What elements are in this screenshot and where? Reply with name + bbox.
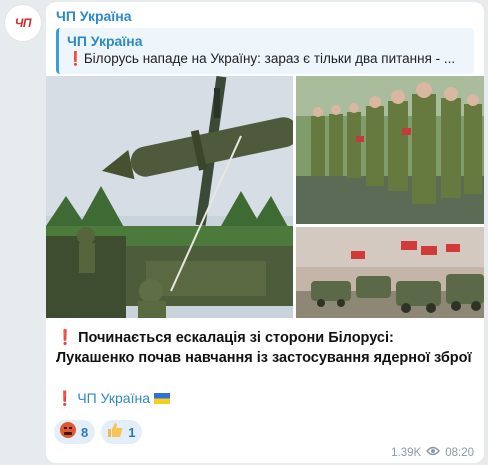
channel-avatar[interactable]: ЧП bbox=[4, 4, 42, 42]
angry-face-icon bbox=[59, 421, 77, 444]
photo-missile-launcher[interactable] bbox=[46, 76, 302, 318]
message-signature[interactable]: ❗ ЧП Україна bbox=[56, 390, 170, 407]
exclamation-icon: ❗ bbox=[67, 51, 84, 66]
reaction-count: 1 bbox=[128, 424, 136, 440]
exclamation-icon: ❗ bbox=[56, 330, 79, 346]
thumbs-up-icon bbox=[106, 421, 124, 444]
reaction-count: 8 bbox=[81, 424, 89, 440]
reply-preview[interactable]: ЧП Україна ❗Білорусь нападе на Україну: … bbox=[56, 28, 474, 74]
ukraine-flag-icon bbox=[153, 390, 170, 406]
reactions-bar: 8 1 bbox=[54, 420, 143, 444]
reply-text: ❗Білорусь нападе на Україну: зараз є тіл… bbox=[67, 50, 466, 68]
exclamation-icon: ❗ bbox=[56, 390, 78, 406]
reply-text-body: Білорусь нападе на Україну: зараз є тіль… bbox=[83, 51, 456, 66]
reaction-angry[interactable]: 8 bbox=[54, 420, 96, 444]
reaction-thumbs-up[interactable]: 1 bbox=[101, 420, 143, 444]
media-album bbox=[46, 76, 484, 318]
reply-title: ЧП Україна bbox=[67, 33, 143, 49]
message-meta: 1.39K 08:20 bbox=[391, 446, 474, 459]
eye-icon bbox=[426, 446, 441, 459]
message-text-body: Починається ескалація зі сторони Білорус… bbox=[56, 330, 472, 366]
channel-name[interactable]: ЧП Україна bbox=[56, 8, 132, 24]
signature-text: ЧП Україна bbox=[77, 390, 150, 406]
message-time: 08:20 bbox=[445, 446, 474, 459]
view-count: 1.39K bbox=[391, 446, 422, 459]
media-svg bbox=[46, 76, 484, 318]
message-bubble: ЧП Україна ЧП Україна ❗Білорусь нападе н… bbox=[46, 2, 484, 463]
message-text: ❗ Починається ескалація зі сторони Білор… bbox=[56, 328, 476, 368]
avatar-text: ЧП bbox=[14, 16, 32, 30]
photo-armored-vehicles[interactable] bbox=[296, 227, 484, 318]
photo-soldiers-formation[interactable] bbox=[296, 76, 484, 224]
